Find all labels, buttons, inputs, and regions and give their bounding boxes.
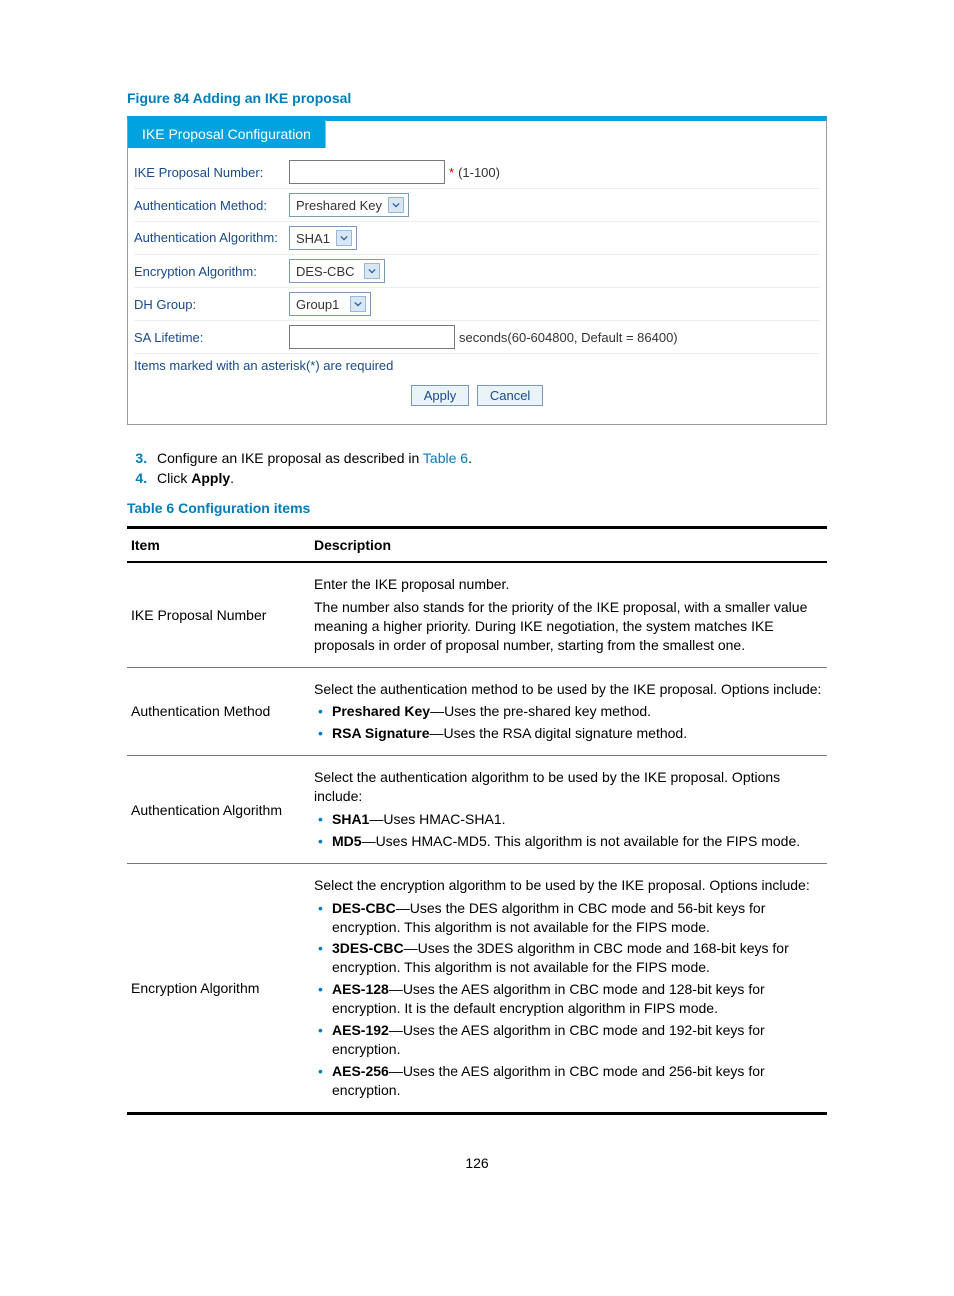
step-list: Configure an IKE proposal as described i… [127,450,827,486]
table-title: Table 6 Configuration items [127,500,827,516]
figure-title: Figure 84 Adding an IKE proposal [127,90,827,106]
cell-item: Authentication Method [127,667,310,756]
label-proposal-number: IKE Proposal Number: [134,165,289,180]
panel-tab[interactable]: IKE Proposal Configuration [128,120,326,148]
label-auth-method: Authentication Method: [134,198,289,213]
row-enc-algo: Encryption Algorithm: DES-CBC [134,255,820,288]
sa-lifetime-hint: seconds(60-604800, Default = 86400) [459,330,678,345]
cancel-button[interactable]: Cancel [477,385,543,406]
apply-button[interactable]: Apply [411,385,470,406]
cell-desc: Select the encryption algorithm to be us… [310,863,827,1113]
dh-group-value: Group1 [296,297,339,312]
step-4: Click Apply. [151,470,827,486]
auth-method-value: Preshared Key [296,198,382,213]
table-row: Authentication Algorithm Select the auth… [127,756,827,864]
table-row: Authentication Method Select the authent… [127,667,827,756]
cell-item: Authentication Algorithm [127,756,310,864]
ike-config-panel: IKE Proposal Configuration IKE Proposal … [127,116,827,425]
chevron-down-icon [350,296,366,312]
chevron-down-icon [336,230,352,246]
config-items-table: Item Description IKE Proposal Number Ent… [127,526,827,1115]
enc-algo-value: DES-CBC [296,264,355,279]
row-dh-group: DH Group: Group1 [134,288,820,321]
required-note: Items marked with an asterisk(*) are req… [134,354,820,381]
step-3: Configure an IKE proposal as described i… [151,450,827,466]
label-auth-algo: Authentication Algorithm: [134,231,289,245]
cell-item: Encryption Algorithm [127,863,310,1113]
label-enc-algo: Encryption Algorithm: [134,264,289,279]
dh-group-select[interactable]: Group1 [289,292,371,316]
label-dh-group: DH Group: [134,297,289,312]
table-row: Encryption Algorithm Select the encrypti… [127,863,827,1113]
row-proposal-number: IKE Proposal Number: * (1-100) [134,156,820,189]
label-sa-lifetime: SA Lifetime: [134,330,289,345]
auth-method-select[interactable]: Preshared Key [289,193,409,217]
cell-desc: Select the authentication method to be u… [310,667,827,756]
proposal-number-hint: (1-100) [458,165,500,180]
auth-algo-value: SHA1 [296,231,330,246]
th-item: Item [127,528,310,563]
cell-desc: Select the authentication algorithm to b… [310,756,827,864]
required-marker: * [449,165,454,180]
proposal-number-input[interactable] [289,160,445,184]
th-description: Description [310,528,827,563]
chevron-down-icon [388,197,404,213]
cell-item: IKE Proposal Number [127,562,310,667]
row-sa-lifetime: SA Lifetime: seconds(60-604800, Default … [134,321,820,354]
row-auth-method: Authentication Method: Preshared Key [134,189,820,222]
cell-desc: Enter the IKE proposal number. The numbe… [310,562,827,667]
row-auth-algo: Authentication Algorithm: SHA1 [134,222,820,255]
auth-algo-select[interactable]: SHA1 [289,226,357,250]
table-row: IKE Proposal Number Enter the IKE propos… [127,562,827,667]
enc-algo-select[interactable]: DES-CBC [289,259,385,283]
page-number: 126 [127,1155,827,1171]
sa-lifetime-input[interactable] [289,325,455,349]
chevron-down-icon [364,263,380,279]
table-6-link[interactable]: Table 6 [423,450,468,466]
